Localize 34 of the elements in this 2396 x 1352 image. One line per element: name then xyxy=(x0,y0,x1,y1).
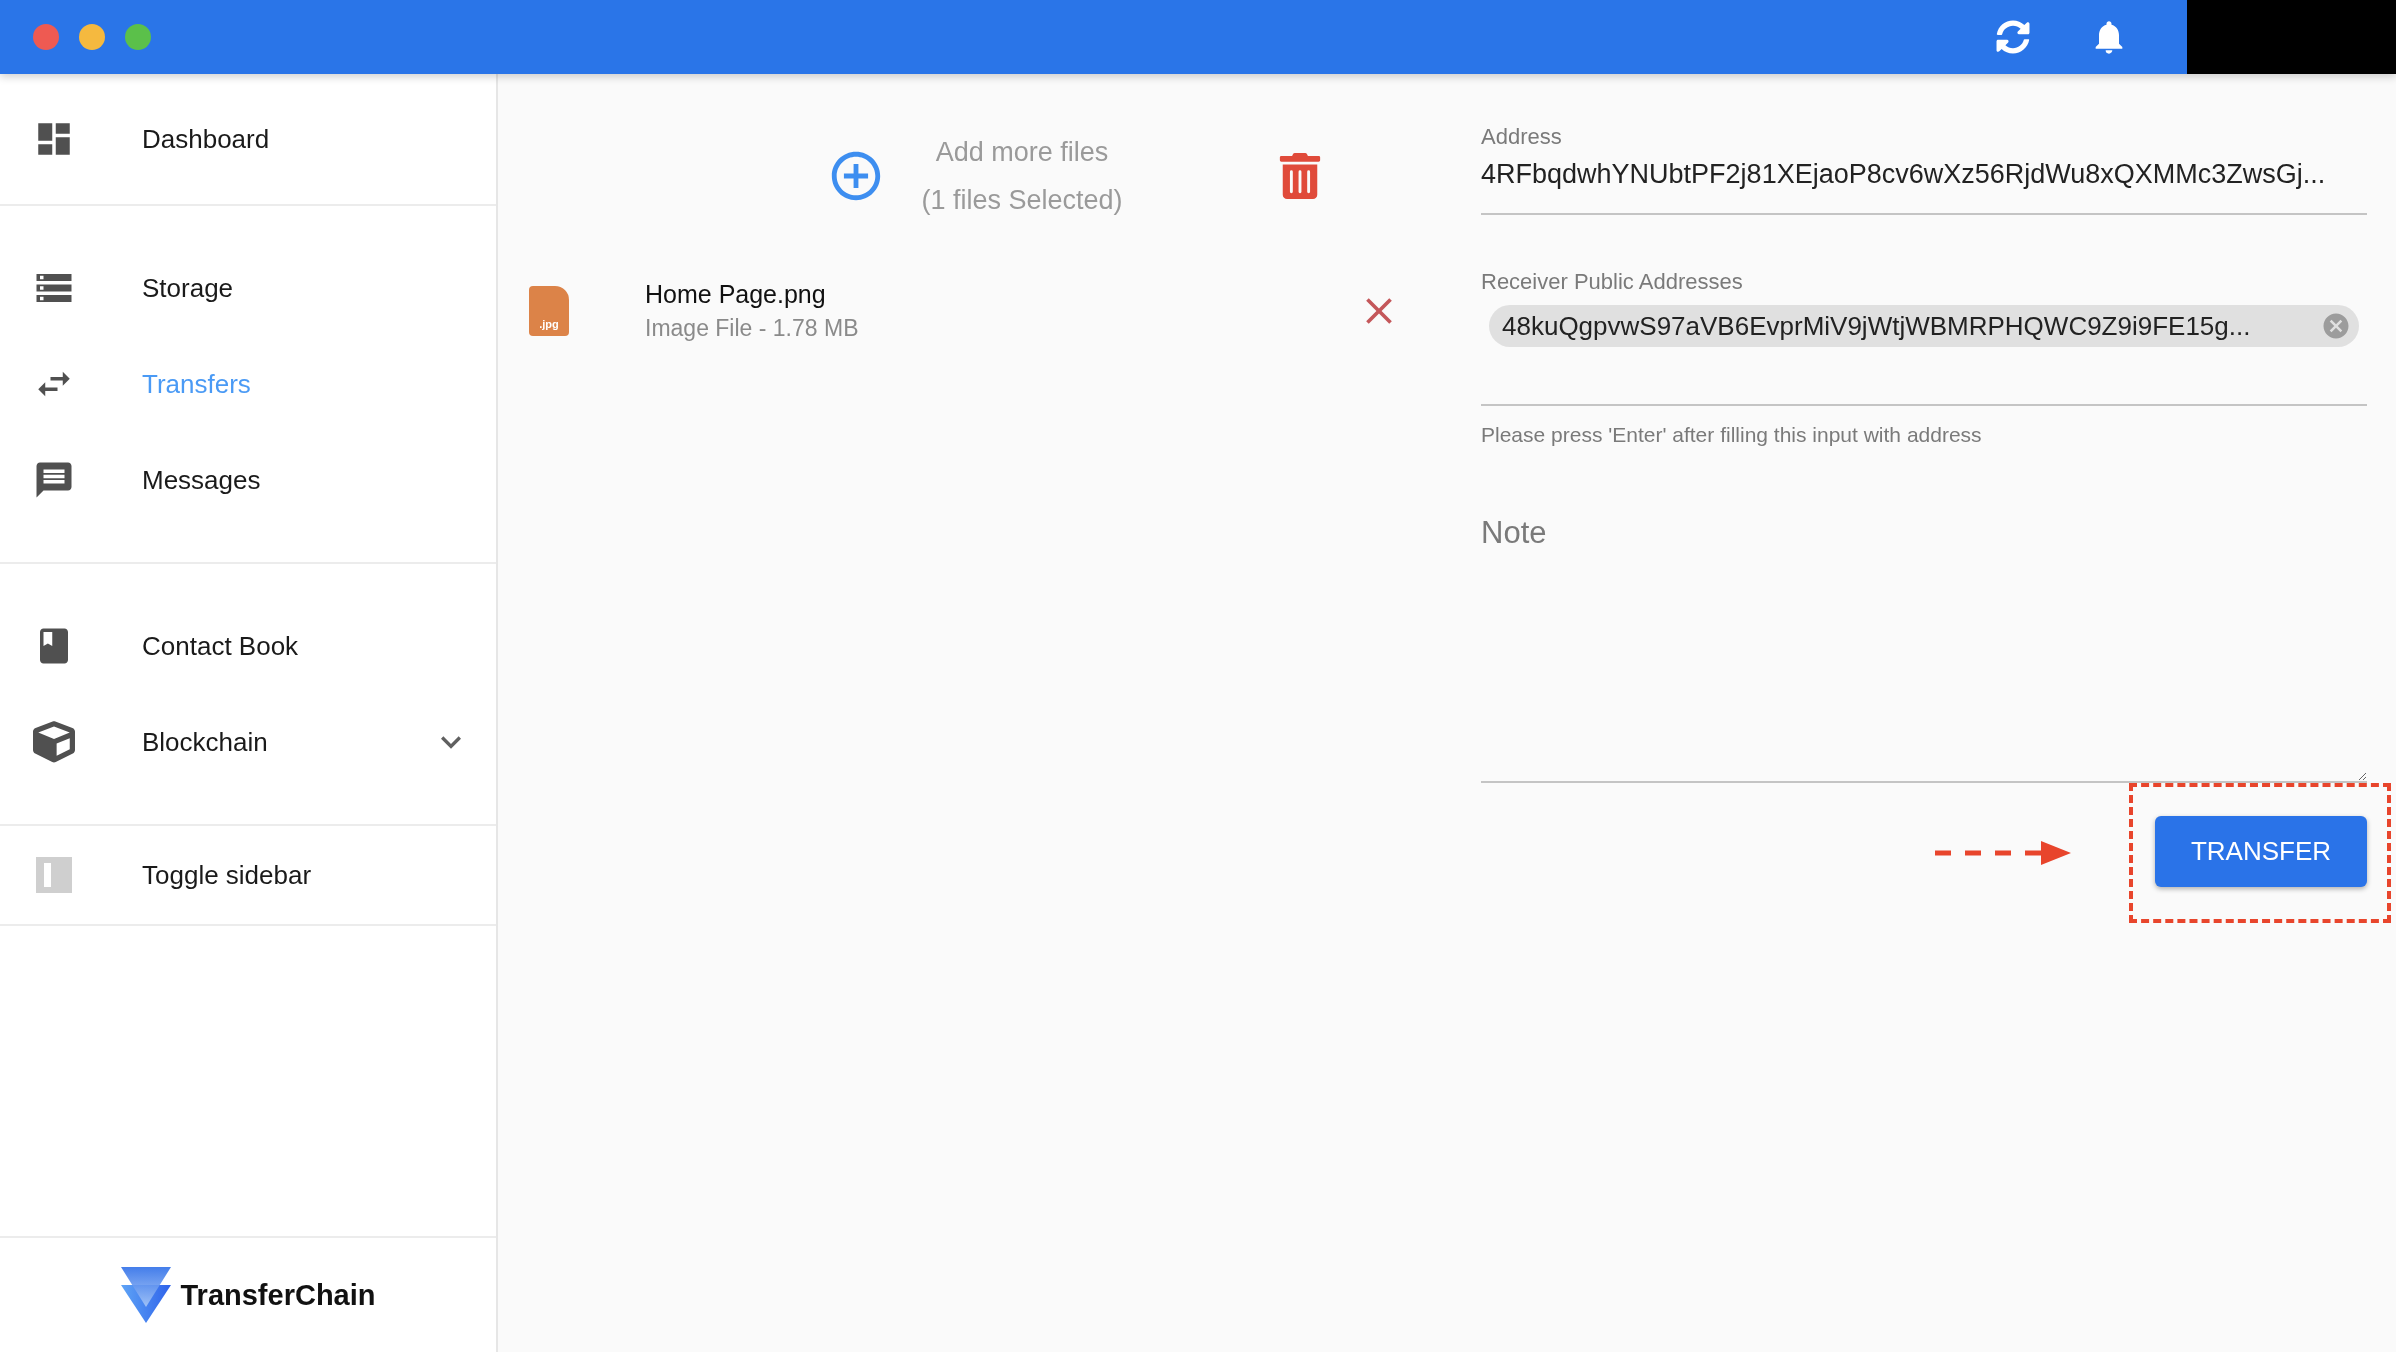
logo-icon xyxy=(120,1267,171,1323)
trash-icon[interactable] xyxy=(1277,153,1323,199)
sidebar-item-label: Storage xyxy=(142,272,234,304)
remove-chip-icon[interactable] xyxy=(2321,311,2351,341)
address-value: 4RFbqdwhYNUbtPF2j81XEjaoP8cv6wXz56RjdWu8xQXMMc3ZwsGj... xyxy=(1481,158,2327,191)
cube-icon xyxy=(33,721,75,763)
sidebar-item-label: Contact Book xyxy=(142,630,299,662)
address-chip[interactable]: 48kuQgpvwS97aVB6EvprMiV9jWtjWBMRPHQWC9Z9i9FE15g... xyxy=(1489,305,2359,347)
receivers-label: Receiver Public Addresses xyxy=(1481,269,1744,295)
file-details: Image File - 1.78 MB xyxy=(645,315,859,342)
sidebar-item[interactable]: Toggle sidebar xyxy=(0,827,496,923)
sidebar-item[interactable]: Blockchain xyxy=(0,694,496,790)
sidebar-item-label: Transfers xyxy=(142,368,251,400)
sidebar-item[interactable]: Dashboard xyxy=(0,91,496,187)
minimize-icon[interactable] xyxy=(79,24,105,50)
logo-text: TransferChain xyxy=(180,1278,376,1312)
note-field[interactable]: Note xyxy=(1481,509,2367,783)
address-label: Address xyxy=(1481,124,1563,150)
sidebar-item-label: Blockchain xyxy=(142,726,268,758)
transfer-button[interactable]: TRANSFER xyxy=(2155,816,2367,887)
file-name: Home Page.png xyxy=(645,280,827,309)
files-count-label: (1 files Selected) xyxy=(921,184,1123,217)
file-type-label: .jpg xyxy=(539,318,559,330)
sidebar-item[interactable]: Contact Book xyxy=(0,598,496,694)
sidebar-item-label: Dashboard xyxy=(142,123,270,155)
address-field[interactable]: Address 4RFbqdwhYNUbtPF2j81XEjaoP8cv6wXz56RjdWu8xQXMMc3ZwsGj... xyxy=(1481,124,2367,215)
sidebar-item-label: Toggle sidebar xyxy=(142,859,312,891)
sidebar-item[interactable]: Storage xyxy=(0,240,496,336)
sidebar-item[interactable]: Messages xyxy=(0,432,496,528)
chip-label: 48kuQgpvwS97aVB6EvprMiV9jWtjWBMRPHQWC9Z9i9FE15g... xyxy=(1502,310,2251,342)
receivers-field[interactable]: 48kuQgpvwS97aVB6EvprMiV9jWtjWBMRPHQWC9Z9i9FE15g... xyxy=(1481,295,2367,406)
sidebar-icon xyxy=(33,854,75,896)
helper-text: Please press 'Enter' after filling this input with address xyxy=(1481,423,1983,447)
sidebar-item-label: Messages xyxy=(142,464,261,496)
